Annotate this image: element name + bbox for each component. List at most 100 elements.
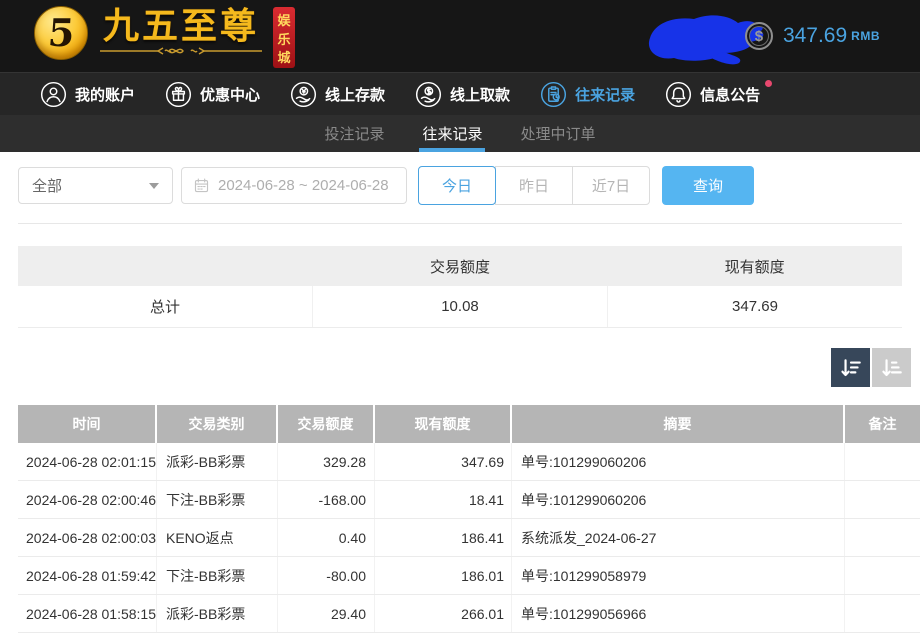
header-time: 时间 <box>18 405 157 443</box>
table-row: 2024-06-28 01:59:42 下注-BB彩票 -80.00 186.0… <box>18 557 920 595</box>
table-row: 2024-06-28 02:00:03 KENO返点 0.40 186.41 系… <box>18 519 920 557</box>
cell-summary: 单号:101299060206 <box>512 443 845 480</box>
table-row: 2024-06-28 01:58:15 派彩-BB彩票 29.40 266.01… <box>18 595 920 633</box>
summary-table: 交易额度 现有额度 总计 10.08 347.69 <box>18 246 902 328</box>
summary-row-label: 总计 <box>18 286 312 327</box>
sort-controls <box>0 348 911 387</box>
cell-time: 2024-06-28 01:58:15 <box>18 595 157 632</box>
summary-header-transaction: 交易额度 <box>313 246 608 286</box>
cell-amount: 29.40 <box>278 595 375 632</box>
summary-balance-total: 347.69 <box>607 286 902 327</box>
balance-amount: 347.69 <box>783 24 847 48</box>
cell-type: 派彩-BB彩票 <box>157 595 278 632</box>
dollar-coin-icon: $ <box>745 22 773 50</box>
nav-item-announcements[interactable]: 信息公告 <box>665 81 760 108</box>
main-navigation: 我的账户 优惠中心 线上存款 线上取款 往来记录 <box>0 72 920 115</box>
cell-time: 2024-06-28 01:59:42 <box>18 557 157 594</box>
cell-note <box>845 557 920 594</box>
balance-currency: RMB <box>851 29 880 43</box>
summary-transaction-total: 10.08 <box>312 286 607 327</box>
summary-header-balance: 现有额度 <box>607 246 902 286</box>
flourish-decoration-icon <box>96 45 266 57</box>
nav-label: 信息公告 <box>700 84 760 105</box>
account-balance: $ 347.69 RMB <box>745 0 880 72</box>
tab-bet-records[interactable]: 投注记录 <box>305 115 403 152</box>
nav-item-promotions[interactable]: 优惠中心 <box>165 81 260 108</box>
last7days-button[interactable]: 近7日 <box>572 166 650 205</box>
query-button[interactable]: 查询 <box>662 166 754 205</box>
tab-pending-orders[interactable]: 处理中订单 <box>502 115 615 152</box>
quick-date-group: 今日 昨日 近7日 <box>418 166 650 205</box>
section-divider <box>18 223 902 224</box>
tab-transaction-records[interactable]: 往来记录 <box>403 115 501 152</box>
cell-amount: -168.00 <box>278 481 375 518</box>
nav-item-my-account[interactable]: 我的账户 <box>40 81 135 108</box>
cell-note <box>845 519 920 556</box>
bell-icon <box>665 81 692 108</box>
record-tabs: 投注记录 往来记录 处理中订单 <box>0 115 920 152</box>
cell-type: 下注-BB彩票 <box>157 557 278 594</box>
table-row: 2024-06-28 02:01:15 派彩-BB彩票 329.28 347.6… <box>18 443 920 481</box>
chevron-down-icon <box>149 183 159 189</box>
table-row: 2024-06-28 02:00:46 下注-BB彩票 -168.00 18.4… <box>18 481 920 519</box>
cell-time: 2024-06-28 02:00:46 <box>18 481 157 518</box>
cell-note <box>845 595 920 632</box>
nav-label: 我的账户 <box>75 84 135 105</box>
cell-amount: 329.28 <box>278 443 375 480</box>
cell-balance: 266.01 <box>375 595 512 632</box>
cell-amount: -80.00 <box>278 557 375 594</box>
logo-number: 5 <box>46 14 75 52</box>
sort-descending-icon <box>839 356 863 380</box>
logo-coin-icon: 5 <box>34 6 88 60</box>
summary-header-row: 交易额度 现有额度 <box>18 246 902 286</box>
yesterday-button[interactable]: 昨日 <box>495 166 573 205</box>
date-range-input[interactable]: 2024-06-28 ~ 2024-06-28 <box>181 167 407 204</box>
category-select[interactable]: 全部 <box>18 167 173 204</box>
active-tab-underline <box>419 148 485 152</box>
header-amount: 交易额度 <box>278 405 375 443</box>
records-icon <box>540 81 567 108</box>
header-summary: 摘要 <box>512 405 845 443</box>
summary-header-empty <box>18 246 313 286</box>
nav-item-transaction-records[interactable]: 往来记录 <box>540 81 635 108</box>
summary-total-row: 总计 10.08 347.69 <box>18 286 902 328</box>
cell-summary: 系统派发_2024-06-27 <box>512 519 845 556</box>
cell-balance: 347.69 <box>375 443 512 480</box>
calendar-icon <box>193 177 210 194</box>
header-balance: 现有额度 <box>375 405 512 443</box>
gift-icon <box>165 81 192 108</box>
cell-time: 2024-06-28 02:01:15 <box>18 443 157 480</box>
cell-summary: 单号:101299060206 <box>512 481 845 518</box>
cell-note <box>845 443 920 480</box>
brand-badge: 娱乐城 <box>273 7 295 69</box>
today-button[interactable]: 今日 <box>418 166 496 205</box>
notification-dot <box>765 80 772 87</box>
cell-balance: 186.01 <box>375 557 512 594</box>
nav-item-deposit[interactable]: 线上存款 <box>290 81 385 108</box>
header-type: 交易类别 <box>157 405 278 443</box>
brand-logo[interactable]: 5 九五至尊 娱乐城 <box>34 4 295 69</box>
nav-label: 线上存款 <box>325 84 385 105</box>
cell-type: KENO返点 <box>157 519 278 556</box>
top-header: 5 九五至尊 娱乐城 $ 347.69 RMB <box>0 0 920 72</box>
filter-bar: 全部 2024-06-28 ~ 2024-06-28 今日 昨日 近7日 查询 <box>0 152 920 205</box>
user-icon <box>40 81 67 108</box>
nav-label: 线上取款 <box>450 84 510 105</box>
cell-amount: 0.40 <box>278 519 375 556</box>
sort-descending-button[interactable] <box>831 348 870 387</box>
nav-label: 往来记录 <box>575 84 635 105</box>
table-header-row: 时间 交易类别 交易额度 现有额度 摘要 备注 <box>18 405 920 443</box>
brand-name: 九五至尊 <box>103 4 259 47</box>
cell-balance: 18.41 <box>375 481 512 518</box>
category-select-value: 全部 <box>32 175 62 196</box>
cell-type: 派彩-BB彩票 <box>157 443 278 480</box>
header-note: 备注 <box>845 405 920 443</box>
nav-label: 优惠中心 <box>200 84 260 105</box>
nav-item-withdraw[interactable]: 线上取款 <box>415 81 510 108</box>
cell-balance: 186.41 <box>375 519 512 556</box>
cell-note <box>845 481 920 518</box>
withdraw-icon <box>415 81 442 108</box>
cell-type: 下注-BB彩票 <box>157 481 278 518</box>
cell-time: 2024-06-28 02:00:03 <box>18 519 157 556</box>
sort-ascending-button[interactable] <box>872 348 911 387</box>
